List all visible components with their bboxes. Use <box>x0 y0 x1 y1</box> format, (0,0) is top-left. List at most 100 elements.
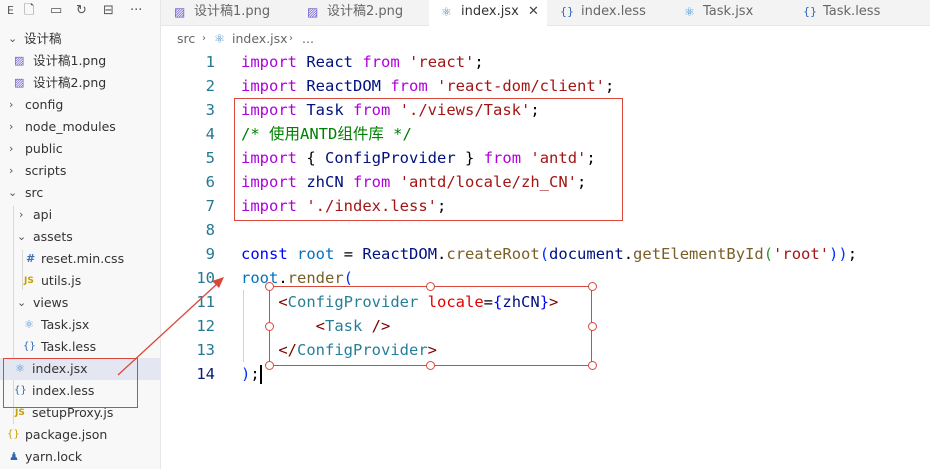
tree-item-label: src <box>25 185 44 200</box>
line-number: 1 <box>205 53 215 71</box>
tree-item-folder[interactable]: ⌄ 设计稿 <box>0 28 161 50</box>
breadcrumb-item-more[interactable]: ... <box>302 28 314 50</box>
code-line: import ReactDOM from 'react-dom/client'; <box>241 74 614 98</box>
tree-item-file[interactable]: ▨ 设计稿2.png <box>0 72 161 94</box>
chevron-right-icon: › <box>9 98 14 111</box>
chevron-down-icon: ⌄ <box>8 186 18 199</box>
tree-item-file[interactable]: JS utils.js <box>0 270 161 292</box>
chevron-down-icon: ⌄ <box>17 296 27 309</box>
tree-item-file[interactable]: ⚛ Task.jsx <box>0 314 161 336</box>
line-number: 8 <box>205 221 215 239</box>
breadcrumb-item-file[interactable]: index.jsx <box>232 28 288 50</box>
tab-label: index.less <box>581 4 646 19</box>
line-number: 4 <box>205 125 215 143</box>
more-icon[interactable]: ··· <box>130 2 142 20</box>
code-token: = <box>343 245 354 263</box>
resize-handle[interactable] <box>265 322 274 331</box>
line-number: 10 <box>196 269 215 287</box>
code-token: ; <box>474 53 484 71</box>
tab-label: 设计稿2.png <box>327 4 404 19</box>
tab-index-jsx[interactable]: ⚛ index.jsx ✕ <box>429 0 547 26</box>
code-token: from <box>362 53 400 71</box>
code-line: import React from 'react'; <box>241 50 484 74</box>
tree-item-label: package.json <box>25 427 108 442</box>
code-token: . <box>278 269 288 287</box>
code-token: 'react' <box>409 53 475 71</box>
code-token: getElementById <box>633 245 764 263</box>
line-number: 7 <box>205 197 215 215</box>
new-folder-icon[interactable]: ▭ <box>50 2 62 20</box>
tree-item-folder[interactable]: › api <box>0 204 161 226</box>
react-icon: ⚛ <box>684 5 695 19</box>
tree-item-label: Task.less <box>41 339 97 354</box>
react-icon: ⚛ <box>214 31 226 46</box>
code-line: const root = ReactDOM.createRoot(documen… <box>241 242 857 266</box>
resize-handle[interactable] <box>588 361 597 370</box>
collapse-all-icon[interactable]: ⊟ <box>103 2 114 20</box>
tree-item-label: views <box>33 295 69 310</box>
code-token: ( <box>343 269 354 287</box>
tab-task-less[interactable]: {} Task.less <box>789 0 930 26</box>
line-number: 12 <box>196 317 215 335</box>
line-number: 6 <box>205 173 215 191</box>
tree-item-label: node_modules <box>25 119 116 134</box>
braces-icon: {} <box>560 5 574 18</box>
editor-tab-bar: ▨ 设计稿1.png ▨ 设计稿2.png ⚛ index.jsx ✕ {} i… <box>161 0 930 26</box>
tree-item-file[interactable]: ♟ yarn.lock <box>0 446 161 468</box>
image-icon: ▨ <box>174 5 186 19</box>
tree-item-folder[interactable]: ⌄ views <box>0 292 161 314</box>
js-file-icon: JS <box>24 276 34 286</box>
code-token: React <box>306 53 354 71</box>
tree-item-file[interactable]: ▨ 设计稿1.png <box>0 50 161 72</box>
tree-item-folder[interactable]: › config <box>0 94 161 116</box>
line-number: 14 <box>196 365 215 383</box>
tab-label: 设计稿1.png <box>194 4 271 19</box>
tree-item-file[interactable]: {} package.json <box>0 424 161 446</box>
resize-handle[interactable] <box>265 282 274 291</box>
tab-design1[interactable]: ▨ 设计稿1.png <box>161 0 296 26</box>
image-file-icon: ▨ <box>14 76 25 89</box>
tab-task-jsx[interactable]: ⚛ Task.jsx <box>669 0 789 26</box>
resize-handle[interactable] <box>265 361 274 370</box>
tree-item-label: utils.js <box>41 273 82 288</box>
tree-item-label: assets <box>33 229 73 244</box>
resize-handle[interactable] <box>588 322 597 331</box>
annotation-box-files <box>3 358 138 408</box>
code-token: 'root' <box>773 245 830 263</box>
code-token: ( <box>539 245 550 263</box>
tree-item-folder[interactable]: › scripts <box>0 160 161 182</box>
code-line: ); <box>241 362 262 386</box>
chevron-right-icon: › <box>9 164 14 177</box>
tab-label: Task.less <box>823 4 881 19</box>
tree-item-label: yarn.lock <box>25 449 83 464</box>
code-token: render <box>287 269 344 287</box>
tree-item-label: public <box>25 141 63 156</box>
tree-item-file[interactable]: {} Task.less <box>0 336 161 358</box>
code-token: ; <box>605 77 615 95</box>
resize-handle[interactable] <box>426 361 435 370</box>
new-file-icon[interactable]: 🗋 <box>24 2 34 20</box>
chevron-right-icon: › <box>19 208 24 221</box>
breadcrumb-item-src[interactable]: src <box>177 28 195 50</box>
tree-item-folder[interactable]: › node_modules <box>0 116 161 138</box>
tab-index-less[interactable]: {} index.less <box>547 0 669 26</box>
tree-item-folder[interactable]: › public <box>0 138 161 160</box>
code-token: const <box>241 245 288 263</box>
tree-item-file[interactable]: # reset.min.css <box>0 248 161 270</box>
code-token: 'react-dom/client' <box>437 77 605 95</box>
tab-label: index.jsx <box>461 4 519 19</box>
refresh-icon[interactable]: ↻ <box>76 2 87 20</box>
json-file-icon: {} <box>7 429 20 440</box>
line-number: 13 <box>196 341 215 359</box>
close-icon[interactable]: ✕ <box>528 0 539 24</box>
resize-handle[interactable] <box>426 282 435 291</box>
chevron-right-icon: › <box>202 33 206 44</box>
tree-item-folder[interactable]: ⌄ assets <box>0 226 161 248</box>
breadcrumb: src › ⚛ index.jsx › ... <box>161 28 930 50</box>
resize-handle[interactable] <box>588 282 597 291</box>
tree-item-folder[interactable]: ⌄ src <box>0 182 161 204</box>
yarn-file-icon: ♟ <box>9 450 19 463</box>
image-icon: ▨ <box>307 5 319 19</box>
tab-design2[interactable]: ▨ 设计稿2.png <box>296 0 429 26</box>
react-icon: ⚛ <box>441 5 452 19</box>
